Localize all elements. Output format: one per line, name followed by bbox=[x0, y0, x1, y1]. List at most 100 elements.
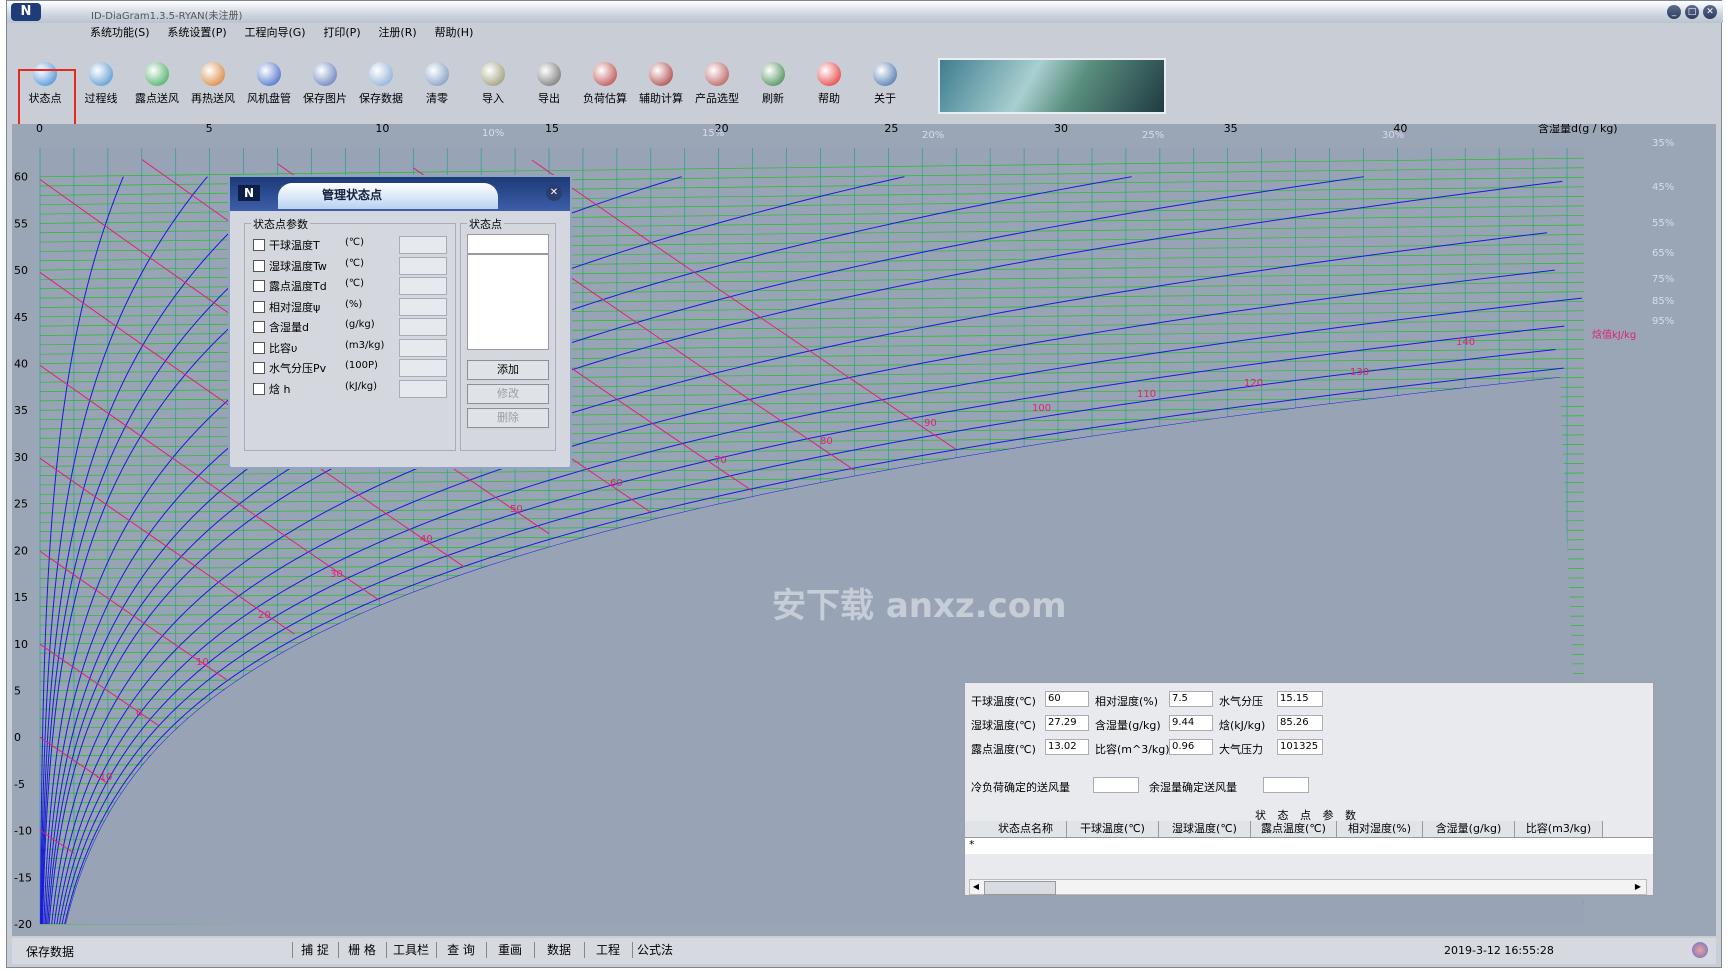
scroll-thumb[interactable] bbox=[984, 881, 1056, 895]
h-field[interactable]: 85.26 bbox=[1277, 715, 1323, 731]
toolbar-button-14[interactable]: 帮助 bbox=[802, 56, 856, 116]
table-header-cell[interactable]: 湿球温度(℃) bbox=[1159, 821, 1251, 837]
status-tab[interactable]: 捕 捉 bbox=[292, 942, 337, 958]
param-input[interactable] bbox=[399, 236, 447, 254]
param-checkbox[interactable] bbox=[253, 341, 265, 354]
point-list[interactable] bbox=[467, 254, 549, 350]
menu-wizard[interactable]: 工程向导(G) bbox=[244, 24, 305, 40]
param-checkbox[interactable] bbox=[253, 259, 265, 272]
rh-field[interactable]: 7.5 bbox=[1169, 691, 1213, 707]
toolbar-button-1[interactable]: 过程线 bbox=[74, 56, 128, 116]
param-checkbox[interactable] bbox=[253, 362, 265, 374]
d-field[interactable]: 9.44 bbox=[1169, 715, 1213, 731]
param-checkbox[interactable] bbox=[253, 280, 265, 292]
enthalpy-label: 60 bbox=[610, 478, 623, 489]
enthalpy-label: 110 bbox=[1137, 389, 1156, 400]
param-checkbox[interactable] bbox=[253, 239, 265, 251]
state-table[interactable]: 状 态 点 参 数 状态点名称 干球温度(℃) 湿球温度(℃) 露点温度(℃) 相对湿度… bbox=[965, 807, 1653, 895]
add-button[interactable]: 添加 bbox=[467, 360, 549, 380]
toolbar-button-7[interactable]: 清零 bbox=[410, 56, 464, 116]
point-name-input[interactable] bbox=[467, 234, 549, 254]
y-tick-label: -15 bbox=[14, 871, 32, 884]
table-header-cell[interactable]: 状态点名称 bbox=[985, 821, 1067, 837]
toolbar-button-label: 辅助计算 bbox=[639, 92, 683, 105]
v-field[interactable]: 0.96 bbox=[1169, 739, 1213, 755]
menu-system[interactable]: 系统功能(S) bbox=[90, 24, 150, 40]
fan-coil-icon bbox=[257, 62, 281, 86]
param-input[interactable] bbox=[399, 318, 447, 336]
dialog-title-bar[interactable]: N 管理状态点 ✕ bbox=[230, 177, 570, 211]
param-checkbox[interactable] bbox=[253, 300, 265, 313]
table-row[interactable]: * bbox=[965, 837, 1653, 854]
param-input[interactable] bbox=[399, 297, 447, 316]
y-tick-label: 20 bbox=[14, 544, 28, 557]
param-input[interactable] bbox=[399, 359, 447, 377]
cool-airflow-field[interactable] bbox=[1093, 777, 1139, 793]
param-unit: (100P) bbox=[345, 360, 378, 371]
param-input[interactable] bbox=[399, 338, 447, 357]
horizontal-scrollbar[interactable]: ◀ ▶ bbox=[969, 879, 1647, 895]
toolbar-button-8[interactable]: 导入 bbox=[466, 56, 520, 116]
param-row: 湿球温度Tw (℃) bbox=[253, 256, 449, 275]
status-tab[interactable]: 工具栏 bbox=[386, 942, 435, 958]
toolbar-button-6[interactable]: 保存数据 bbox=[354, 56, 408, 116]
d-label: 含湿量(g/kg) bbox=[1095, 719, 1161, 732]
toolbar-button-2[interactable]: 露点送风 bbox=[130, 56, 184, 116]
p-field[interactable]: 101325 bbox=[1277, 739, 1323, 755]
edit-button[interactable]: 修改 bbox=[467, 384, 549, 404]
wet-bulb-field[interactable]: 27.29 bbox=[1045, 715, 1089, 731]
close-icon[interactable]: ✕ bbox=[1703, 5, 1717, 19]
toolbar-button-4[interactable]: 风机盘管 bbox=[242, 56, 296, 116]
param-input[interactable] bbox=[399, 379, 447, 398]
x-tick-label: 10 bbox=[375, 124, 389, 135]
toolbar-button-label: 负荷估算 bbox=[583, 92, 627, 105]
table-header-cell[interactable]: 含湿量(g/kg) bbox=[1423, 821, 1515, 837]
toolbar-button-15[interactable]: 关于 bbox=[858, 56, 912, 116]
status-tab[interactable]: 公式法 bbox=[632, 942, 677, 958]
status-tab[interactable]: 查 询 bbox=[436, 942, 485, 958]
toolbar-button-label: 再热送风 bbox=[191, 92, 235, 105]
scroll-right-icon[interactable]: ▶ bbox=[1632, 880, 1644, 894]
menu-print[interactable]: 打印(P) bbox=[323, 24, 360, 40]
toolbar-button-3[interactable]: 再热送风 bbox=[186, 56, 240, 116]
dry-bulb-field[interactable]: 60 bbox=[1045, 691, 1089, 707]
param-unit: (℃) bbox=[345, 237, 365, 248]
minimize-icon[interactable]: _ bbox=[1667, 5, 1681, 19]
table-header-cell[interactable]: 相对湿度(%) bbox=[1337, 821, 1423, 837]
menu-register[interactable]: 注册(R) bbox=[378, 24, 416, 40]
scroll-left-icon[interactable]: ◀ bbox=[970, 880, 982, 894]
status-tab[interactable]: 数据 bbox=[534, 942, 583, 958]
maximize-icon[interactable]: □ bbox=[1685, 5, 1699, 19]
table-header-cell[interactable]: 干球温度(℃) bbox=[1067, 821, 1159, 837]
toolbar-button-12[interactable]: 产品选型 bbox=[690, 56, 744, 116]
dialog-close-icon[interactable]: ✕ bbox=[546, 185, 562, 201]
param-checkbox[interactable] bbox=[253, 382, 265, 395]
delete-button[interactable]: 删除 bbox=[467, 408, 549, 428]
param-row: 干球温度T (℃) bbox=[253, 236, 449, 254]
toolbar-button-13[interactable]: 刷新 bbox=[746, 56, 800, 116]
enthalpy-label: 20 bbox=[258, 610, 271, 621]
param-input[interactable] bbox=[399, 277, 447, 295]
product-select-icon bbox=[705, 62, 729, 86]
param-input[interactable] bbox=[399, 256, 447, 275]
moist-airflow-field[interactable] bbox=[1263, 777, 1309, 793]
toolbar-button-10[interactable]: 负荷估算 bbox=[578, 56, 632, 116]
param-checkbox[interactable] bbox=[253, 321, 265, 333]
y-tick-label: 35 bbox=[14, 404, 28, 417]
status-tab[interactable]: 工程 bbox=[584, 942, 631, 958]
table-header-cell[interactable]: 露点温度(℃) bbox=[1251, 821, 1337, 837]
rh-label: 15% bbox=[702, 128, 724, 139]
status-tab[interactable]: 栅 格 bbox=[338, 942, 385, 958]
menu-help[interactable]: 帮助(H) bbox=[435, 24, 474, 40]
toolbar-button-11[interactable]: 辅助计算 bbox=[634, 56, 688, 116]
pv-field[interactable]: 15.15 bbox=[1277, 691, 1323, 707]
y-tick-label: 5 bbox=[14, 684, 21, 697]
status-tab[interactable]: 重画 bbox=[486, 942, 533, 958]
toolbar-button-9[interactable]: 导出 bbox=[522, 56, 576, 116]
table-header-cell[interactable]: 比容(m3/kg) bbox=[1515, 821, 1603, 837]
status-datetime: 2019-3-12 16:55:28 bbox=[1444, 944, 1554, 957]
enthalpy-label: -10 bbox=[96, 772, 112, 783]
menu-settings[interactable]: 系统设置(P) bbox=[167, 24, 226, 40]
toolbar-button-5[interactable]: 保存图片 bbox=[298, 56, 352, 116]
dew-field[interactable]: 13.02 bbox=[1045, 739, 1089, 755]
